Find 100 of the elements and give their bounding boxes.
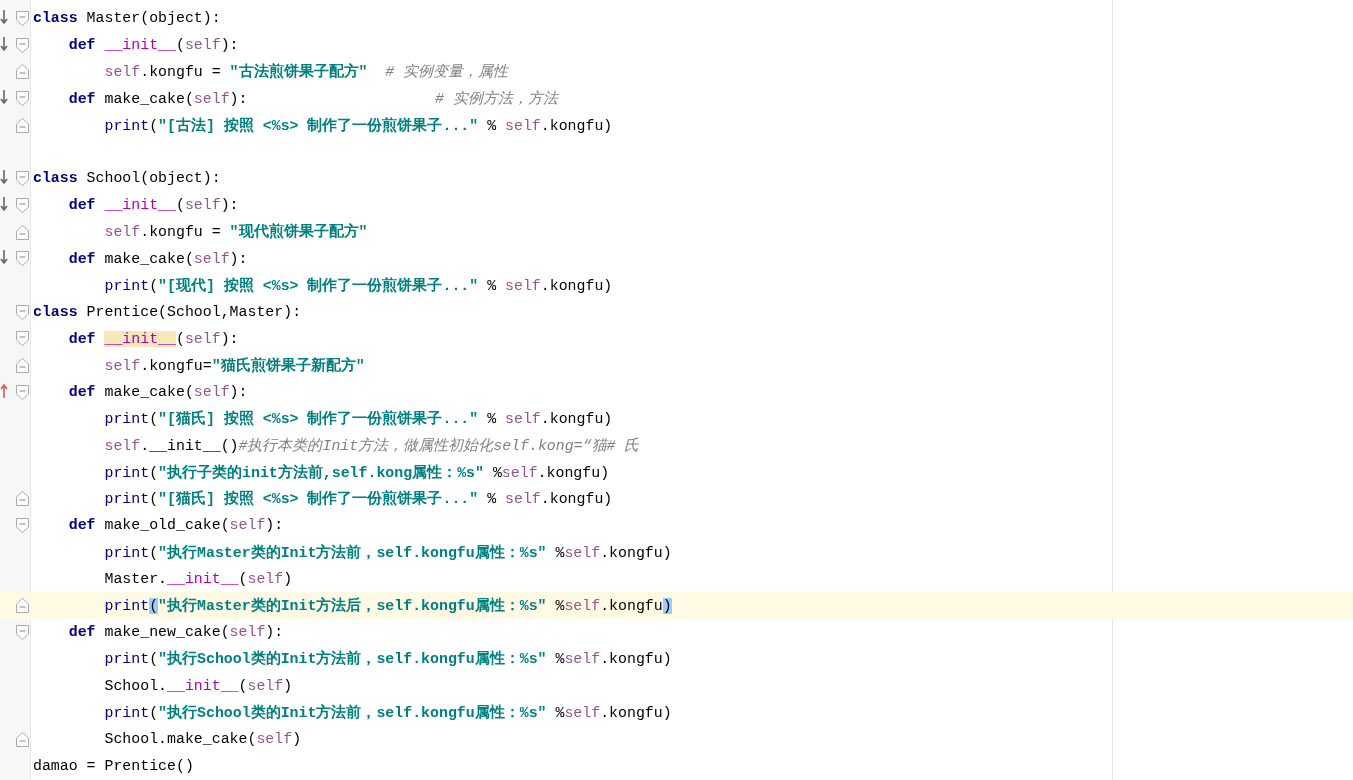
down-arrow-icon[interactable] (0, 249, 8, 266)
keyword: def (68, 383, 97, 400)
fold-icon[interactable] (16, 304, 29, 320)
function-name: print (104, 277, 150, 294)
string-literal: "猫氏煎饼果子新配方" (211, 357, 365, 374)
fold-icon[interactable] (16, 518, 29, 534)
string-literal: "古法煎饼果子配方" (229, 64, 368, 81)
code-text: ): (229, 250, 248, 267)
self-parameter: self (564, 544, 601, 561)
code-text: ( (176, 37, 185, 54)
code-text: ) (283, 677, 293, 694)
code-text: % (486, 277, 498, 294)
code-text: % (486, 411, 498, 428)
self-parameter: self (501, 464, 538, 481)
code-text: % (554, 651, 565, 668)
fold-icon[interactable] (16, 331, 29, 347)
string-literal: "现代煎饼果子配方" (229, 224, 368, 241)
string-literal: "[现代] 按照 <%s> 制作了一份煎饼果子..." (158, 277, 479, 294)
code-text: ( (176, 330, 185, 347)
fold-icon[interactable] (16, 624, 29, 640)
code-text: School(object): (85, 170, 221, 187)
self-parameter: self (247, 677, 284, 694)
code-text: ( (149, 704, 159, 721)
keyword: def (68, 197, 97, 214)
code-editor[interactable] (0, 0, 1353, 780)
fold-icon[interactable] (16, 598, 29, 614)
self-parameter: self (229, 517, 266, 534)
keyword: class (33, 170, 78, 187)
code-text: % (554, 597, 565, 614)
self-parameter: self (564, 597, 601, 614)
self-parameter: self (104, 357, 141, 374)
self-parameter: self (193, 383, 230, 400)
code-text: ( (149, 464, 159, 481)
fold-icon[interactable] (16, 91, 29, 107)
function-name: print (104, 464, 150, 481)
function-name: print (104, 651, 150, 668)
self-parameter: self (229, 624, 266, 641)
code-text: ) (662, 597, 672, 614)
code-text: ( (238, 570, 248, 587)
up-arrow-icon[interactable] (0, 382, 8, 399)
keyword: def (68, 250, 97, 267)
comment: # 实例方法，方法 (434, 90, 558, 107)
code-text: % (486, 491, 498, 508)
fold-icon[interactable] (16, 224, 29, 240)
fold-icon[interactable] (16, 357, 29, 373)
function-name: print (104, 704, 150, 721)
function-name: print (104, 544, 150, 561)
dunder-name: __init__ (167, 570, 239, 587)
fold-icon[interactable] (16, 731, 29, 747)
comment: # 实例变量，属性 (384, 64, 509, 81)
fold-icon[interactable] (16, 11, 29, 26)
self-parameter: self (104, 437, 141, 454)
code-text: ( (149, 597, 159, 614)
code-text: ) (292, 730, 302, 747)
function-name: print (104, 597, 150, 614)
fold-icon[interactable] (16, 37, 29, 53)
code-text: damao = Prentice() (33, 757, 194, 774)
string-literal: "执行子类的init方法前,self.kong属性：%s" (158, 464, 484, 481)
fold-icon[interactable] (16, 117, 29, 133)
string-literal: "[猫氏] 按照 <%s> 制作了一份煎饼果子..." (158, 411, 479, 428)
code-text: Master. (104, 570, 168, 587)
self-parameter: self (184, 37, 221, 54)
self-parameter: self (505, 277, 541, 294)
fold-icon[interactable] (16, 384, 29, 400)
down-arrow-icon[interactable] (0, 9, 8, 25)
code-text: make_new_cake( (104, 624, 230, 641)
keyword: class (33, 303, 78, 320)
string-literal: "[古法] 按照 <%s> 制作了一份煎饼果子..." (158, 117, 479, 134)
down-arrow-icon[interactable] (0, 35, 8, 52)
fold-icon[interactable] (16, 171, 29, 187)
fold-icon[interactable] (16, 197, 29, 213)
code-text: ): (265, 517, 284, 534)
keyword: def (68, 90, 97, 107)
down-arrow-icon[interactable] (0, 89, 8, 106)
code-text: .kongfu = (140, 224, 222, 241)
code-text: .kongfu = (140, 64, 222, 81)
string-literal: "执行Master类的Init方法后，self.kongfu属性：%s" (158, 597, 547, 614)
code-text: % (491, 464, 502, 481)
self-parameter: self (256, 730, 293, 747)
self-parameter: self (104, 64, 141, 81)
dunder-name: __init__ (167, 677, 239, 694)
fold-icon[interactable] (16, 64, 29, 80)
code-text: .kongfu) (540, 117, 613, 134)
string-literal: "执行School类的Init方法前，self.kongfu属性：%s" (158, 704, 547, 721)
self-parameter: self (104, 224, 141, 241)
fold-icon[interactable] (16, 251, 29, 267)
code-text: ): (229, 90, 248, 107)
dunder-name: __init__ (104, 330, 176, 347)
code-text: .kongfu) (600, 704, 672, 721)
code-text: ( (176, 197, 185, 214)
self-parameter: self (193, 90, 230, 107)
code-text: ( (149, 651, 159, 668)
down-arrow-icon[interactable] (0, 195, 8, 212)
code-text: make_cake( (104, 383, 194, 400)
down-arrow-icon[interactable] (0, 169, 8, 186)
code-text: ): (265, 624, 284, 641)
fold-icon[interactable] (16, 491, 29, 507)
keyword: def (68, 330, 97, 347)
string-literal: "执行School类的Init方法前，self.kongfu属性：%s" (158, 651, 547, 668)
code-text: make_cake( (104, 250, 194, 267)
